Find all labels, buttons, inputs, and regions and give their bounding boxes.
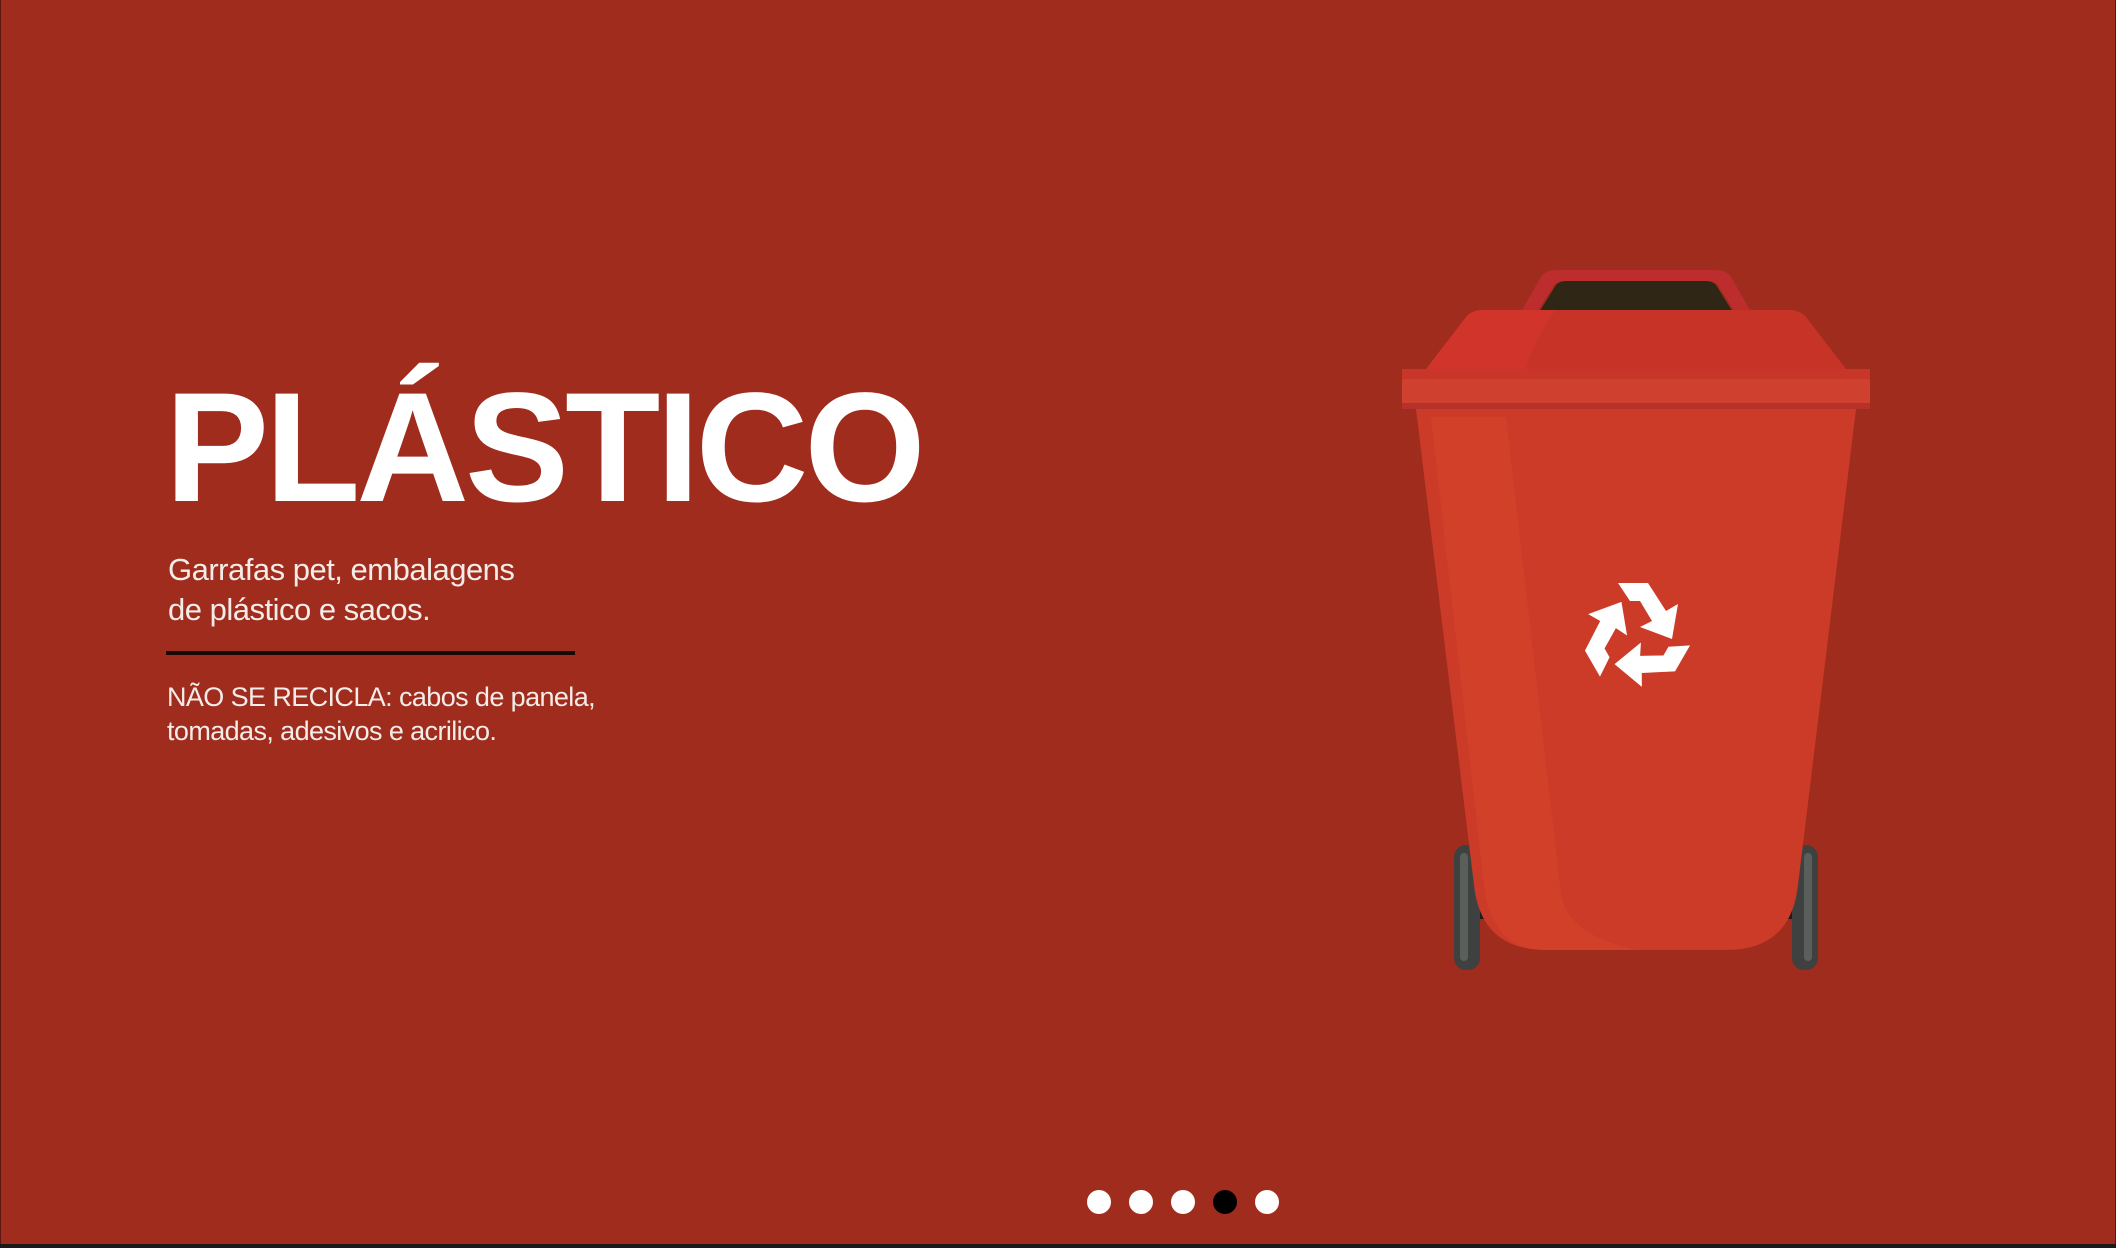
pagination-dot-1[interactable] xyxy=(1087,1190,1111,1214)
not-recycled-note: NÃO SE RECICLA: cabos de panela, tomadas… xyxy=(167,680,667,748)
pagination-dot-5[interactable] xyxy=(1255,1190,1279,1214)
not-recycled-line-1: NÃO SE RECICLA: cabos de panela, xyxy=(167,682,596,712)
carousel-pagination xyxy=(1087,1190,1297,1214)
pagination-dot-2[interactable] xyxy=(1129,1190,1153,1214)
slide-description: Garrafas pet, embalagens de plástico e s… xyxy=(168,550,608,630)
not-recycled-line-2: tomadas, adesivos e acrilico. xyxy=(167,716,497,746)
slide-plastico: PLÁSTICO Garrafas pet, embalagens de plá… xyxy=(0,0,2116,1244)
recycling-bin-illustration xyxy=(1402,270,1870,970)
divider xyxy=(166,651,575,655)
pagination-dot-3[interactable] xyxy=(1171,1190,1195,1214)
pagination-dot-4[interactable] xyxy=(1213,1190,1237,1214)
slide-title: PLÁSTICO xyxy=(165,361,926,535)
description-line-1: Garrafas pet, embalagens xyxy=(168,552,515,587)
description-line-2: de plástico e sacos. xyxy=(168,592,431,627)
